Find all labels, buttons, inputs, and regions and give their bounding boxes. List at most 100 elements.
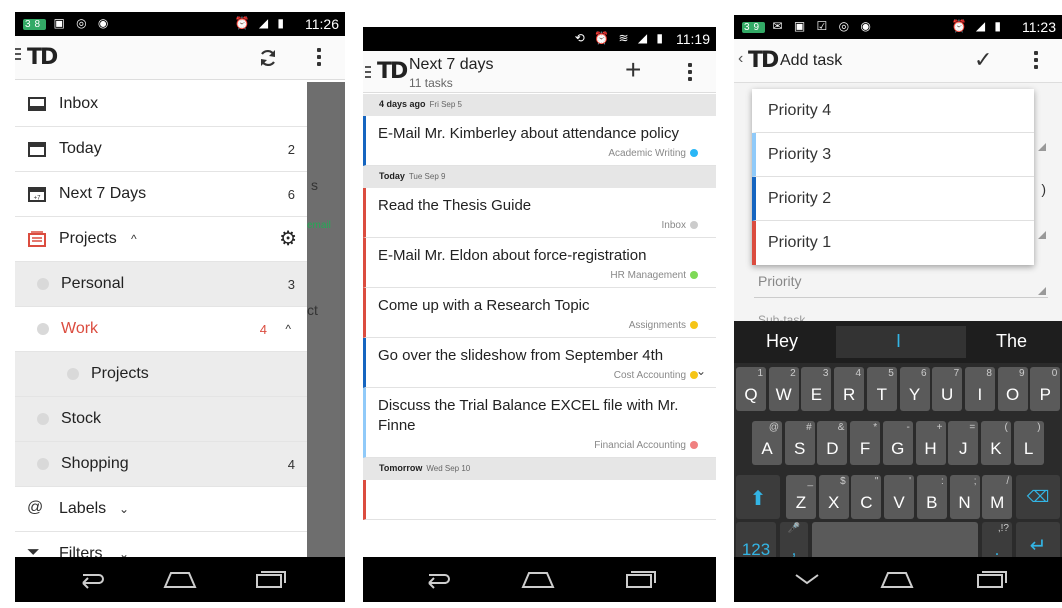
home-icon[interactable]: [521, 569, 555, 589]
key-x[interactable]: $ X: [818, 475, 849, 519]
main-content-dimmed[interactable]: s email ct: [307, 82, 345, 557]
key-i[interactable]: 8I: [964, 367, 995, 411]
task-item[interactable]: Go over the slideshow from September 4th…: [363, 338, 716, 388]
key-primary-label: Z: [795, 493, 807, 512]
soft-keyboard: Hey I The 1 Q 2 W 3 E 4 R 5 T 6 Y 7 U 8 I 9 O 0 P @ A # S & D * F - G…: [734, 321, 1062, 566]
project-item-personal[interactable]: Personal 3: [15, 262, 307, 307]
suggestion-left[interactable]: Hey: [766, 331, 798, 352]
suggestion-center[interactable]: I: [896, 331, 901, 352]
confirm-check-icon[interactable]: ✓: [974, 47, 992, 73]
drawer-item-inbox[interactable]: Inbox: [15, 82, 307, 127]
calendar-today-icon: [28, 142, 46, 157]
hide-keyboard-icon[interactable]: [792, 569, 822, 589]
key-c[interactable]: " C: [851, 475, 882, 519]
task-count: 11 tasks: [409, 76, 453, 90]
key-t[interactable]: 5T: [866, 367, 897, 411]
key-f[interactable]: * F: [850, 421, 881, 465]
menu-icon[interactable]: [15, 48, 21, 63]
home-icon[interactable]: [880, 569, 914, 589]
key-b[interactable]: :B: [916, 475, 947, 519]
drawer-item-next-7-days[interactable]: +7 Next 7 Days 6: [15, 172, 307, 217]
chevron-down-icon[interactable]: ⌄: [696, 364, 706, 378]
priority-option-4[interactable]: Priority 4: [752, 89, 1034, 133]
menu-icon[interactable]: [365, 66, 371, 81]
project-item-projects[interactable]: Projects: [15, 352, 307, 397]
task-item[interactable]: E-Mail Mr. Eldon about force-registratio…: [363, 238, 716, 288]
task-item[interactable]: Read the Thesis Guide Inbox: [363, 188, 716, 238]
key-z[interactable]: _ Z: [786, 475, 816, 519]
calendar-week-icon: +7: [28, 187, 46, 202]
task-item[interactable]: Come up with a Research Topic Assignment…: [363, 288, 716, 338]
subtask-field-label[interactable]: Sub-task: [758, 311, 805, 321]
key-secondary-label: $: [840, 476, 846, 487]
gear-icon[interactable]: ⚙: [279, 226, 297, 251]
key-secondary-label: ;: [973, 476, 977, 487]
key-v[interactable]: ' V: [884, 475, 915, 519]
sync-icon[interactable]: [258, 48, 278, 68]
key-j[interactable]: = J: [948, 421, 979, 465]
back-icon[interactable]: [421, 569, 451, 589]
overflow-menu-icon[interactable]: [1034, 51, 1038, 72]
at-sign-icon: @: [27, 499, 44, 516]
project-item-shopping[interactable]: Shopping 4: [15, 442, 307, 487]
chevron-up-icon[interactable]: ^: [131, 232, 137, 246]
key-secondary-label: 9: [1019, 368, 1025, 379]
priority-option-1[interactable]: Priority 1: [752, 221, 1034, 265]
drawer-item-labels[interactable]: @ Labels ⌄: [15, 487, 307, 532]
key-d[interactable]: & D: [817, 421, 848, 465]
recents-icon[interactable]: [625, 569, 657, 589]
key-n[interactable]: ; N: [949, 475, 980, 519]
key-secondary-label: -: [906, 422, 910, 433]
key-m[interactable]: / M: [982, 475, 1013, 519]
drawer-item-filters[interactable]: ⏷ Filters ⌄: [15, 532, 307, 557]
key-y[interactable]: 6Y: [899, 367, 930, 411]
priority-option-3[interactable]: Priority 3: [752, 133, 1034, 177]
project-item-work[interactable]: Work 4 ^: [15, 307, 307, 352]
priority-option-2[interactable]: Priority 2: [752, 177, 1034, 221]
key-p[interactable]: 0P: [1030, 367, 1061, 411]
project-item-stock[interactable]: Stock: [15, 397, 307, 442]
key-s[interactable]: # S: [784, 421, 815, 465]
recents-icon[interactable]: [255, 569, 287, 589]
back-caret-icon[interactable]: ‹: [738, 50, 743, 68]
shift-key[interactable]: ⬆: [736, 475, 780, 519]
key-h[interactable]: + H: [915, 421, 946, 465]
back-icon[interactable]: [75, 569, 105, 589]
key-q[interactable]: 1Q: [736, 367, 766, 411]
key-g[interactable]: -G: [882, 421, 913, 465]
key-k[interactable]: (K: [980, 421, 1011, 465]
key-a[interactable]: @ A: [752, 421, 782, 465]
overflow-menu-icon[interactable]: [317, 48, 321, 69]
key-secondary-label: 5: [888, 368, 894, 379]
key-secondary-label: @: [768, 422, 779, 433]
chevron-down-icon[interactable]: ⌄: [119, 547, 129, 557]
key-r[interactable]: 4R: [834, 367, 865, 411]
recents-icon[interactable]: [976, 569, 1008, 589]
project-dot-icon: [37, 278, 49, 290]
key-e[interactable]: 3E: [801, 367, 832, 411]
key-primary-label: S: [794, 439, 806, 458]
key-u[interactable]: 7U: [932, 367, 963, 411]
drawer-item-today[interactable]: Today 2: [15, 127, 307, 172]
backspace-key[interactable]: ⌫: [1016, 475, 1060, 519]
todoist-logo: TD: [377, 59, 408, 84]
task-item[interactable]: [363, 480, 716, 520]
key-w[interactable]: 2W: [768, 367, 799, 411]
home-icon[interactable]: [163, 569, 197, 589]
key-primary-label: K: [990, 439, 1002, 458]
todoist-logo: TD: [27, 45, 58, 70]
task-item[interactable]: Discuss the Trial Balance EXCEL file wit…: [363, 388, 716, 458]
key-o[interactable]: 9O: [997, 367, 1028, 411]
navigation-drawer: Inbox Today 2 +7 Next 7 Days 6 Projects …: [15, 82, 307, 557]
task-item[interactable]: E-Mail Mr. Kimberley about attendance po…: [363, 116, 716, 166]
overflow-menu-icon[interactable]: [688, 63, 692, 84]
key-l[interactable]: ) L: [1013, 421, 1044, 465]
suggestion-right[interactable]: The: [996, 331, 1027, 352]
priority-field-label[interactable]: Priority: [758, 273, 802, 289]
add-task-icon[interactable]: +: [625, 54, 641, 86]
key-primary-label: Y: [908, 385, 921, 404]
chevron-up-icon[interactable]: ^: [285, 322, 291, 336]
drawer-item-projects[interactable]: Projects ^ ⚙: [15, 217, 307, 262]
chevron-down-icon[interactable]: ⌄: [119, 502, 129, 516]
system-nav-bar: [363, 557, 716, 602]
